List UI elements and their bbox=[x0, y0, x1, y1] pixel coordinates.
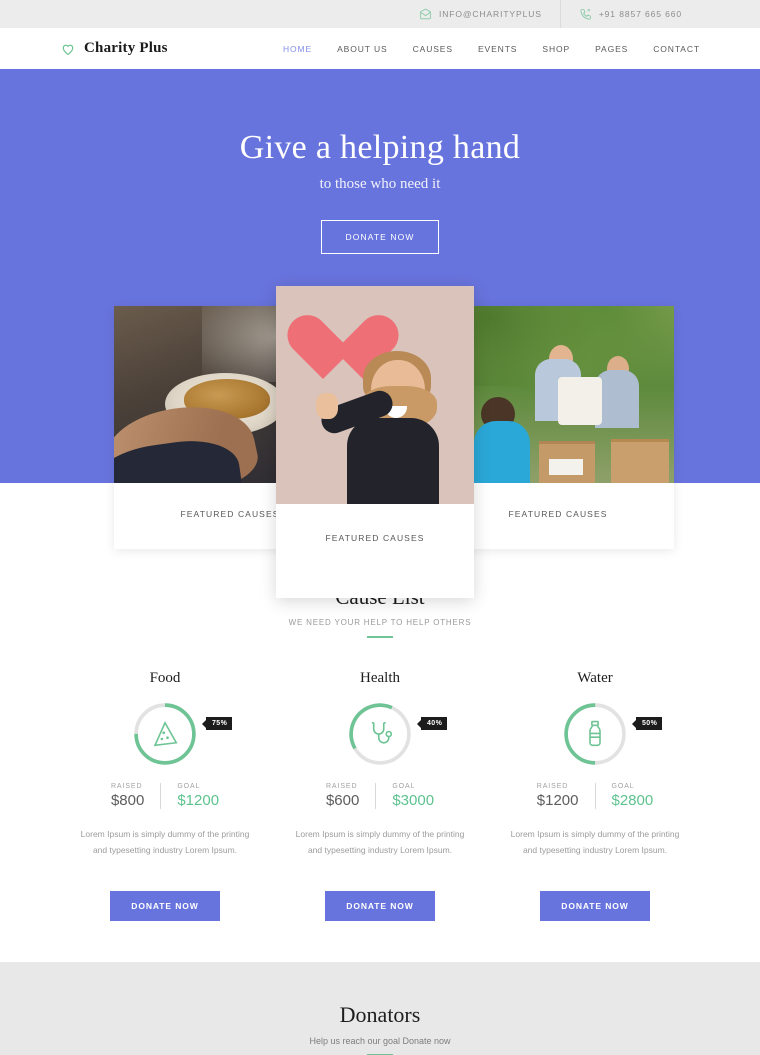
cause-donate-button[interactable]: DONATE NOW bbox=[540, 891, 650, 922]
hero-cta-wrap: DONATE NOW bbox=[0, 220, 760, 254]
girl-with-heart-photo bbox=[276, 286, 474, 504]
cause-list-subtitle: WE NEED YOUR HELP TO HELP OTHERS bbox=[288, 618, 472, 627]
raised-label: RAISED bbox=[536, 783, 569, 790]
cause-raised: RAISED $1200 bbox=[521, 783, 595, 809]
cause-raised: RAISED $800 bbox=[95, 783, 160, 809]
featured-card-center[interactable]: FEATURED CAUSES bbox=[276, 286, 474, 598]
nav-item-shop[interactable]: SHOP bbox=[542, 44, 570, 54]
envelope-icon bbox=[420, 8, 431, 19]
cause-title: Health bbox=[360, 670, 400, 686]
topbar-phone-text: +91 8857 665 660 bbox=[598, 9, 682, 19]
cause-description: Lorem Ipsum is simply dummy of the print… bbox=[510, 829, 680, 855]
cause-amounts: RAISED $800 GOAL $1200 bbox=[58, 783, 273, 809]
volunteers-with-boxes-photo bbox=[442, 306, 674, 483]
heart-icon bbox=[62, 44, 74, 55]
cause-title: Food bbox=[149, 670, 181, 686]
cause-percent-badge: 40% bbox=[421, 717, 448, 730]
goal-value: $3000 bbox=[392, 792, 435, 809]
featured-card-label: FEATURED CAUSES bbox=[325, 533, 425, 543]
cause-cards: Food 75% RAISED $800 GOAL $1200 Lorem Ip… bbox=[0, 670, 760, 922]
nav-item-about-us[interactable]: ABOUT US bbox=[337, 44, 388, 54]
cause-goal: GOAL $1200 bbox=[160, 783, 235, 809]
page-root: INFO@CHARITYPLUS +91 8857 665 660 Charit… bbox=[0, 0, 760, 1055]
topbar-phone[interactable]: +91 8857 665 660 bbox=[559, 0, 700, 28]
featured-card-right[interactable]: FEATURED CAUSES bbox=[442, 306, 674, 549]
cause-description: Lorem Ipsum is simply dummy of the print… bbox=[295, 829, 465, 855]
topbar-email-text: INFO@CHARITYPLUS bbox=[438, 9, 542, 19]
site-header: Charity Plus HOME ABOUT US CAUSES EVENTS… bbox=[0, 28, 760, 69]
phone-icon bbox=[580, 8, 591, 20]
section-divider bbox=[367, 636, 393, 638]
cause-card-water: Water 50% RAISED $1200 GOAL $2800 Lorem … bbox=[488, 670, 703, 922]
cause-description: Lorem Ipsum is simply dummy of the print… bbox=[80, 829, 250, 855]
water-bottle-icon bbox=[589, 720, 601, 747]
raised-value: $1200 bbox=[536, 792, 579, 809]
nav-item-contact[interactable]: CONTACT bbox=[653, 44, 700, 54]
nav-item-events[interactable]: EVENTS bbox=[478, 44, 517, 54]
featured-causes-cards: FEATURED CAUSES FEATURED CAUSES FEATURED… bbox=[0, 286, 760, 598]
donators-subtitle: Help us reach our goal Donate now bbox=[309, 1036, 451, 1046]
cause-goal: GOAL $3000 bbox=[375, 783, 450, 809]
topbar-email[interactable]: INFO@CHARITYPLUS bbox=[401, 0, 560, 28]
cause-amounts: RAISED $600 GOAL $3000 bbox=[273, 783, 488, 809]
nav-item-pages[interactable]: PAGES bbox=[595, 44, 628, 54]
cause-card-health: Health 40% RAISED $600 GOAL $3000 Lorem … bbox=[273, 670, 488, 922]
main-nav: HOME ABOUT US CAUSES EVENTS SHOP PAGES C… bbox=[283, 44, 700, 54]
cause-donate-button[interactable]: DONATE NOW bbox=[325, 891, 435, 922]
cause-percent-badge: 50% bbox=[636, 717, 663, 730]
cause-progress-ring: 40% bbox=[347, 701, 448, 767]
goal-label: GOAL bbox=[177, 783, 201, 790]
stethoscope-icon bbox=[371, 721, 393, 744]
raised-value: $600 bbox=[325, 792, 360, 809]
featured-card-label: FEATURED CAUSES bbox=[508, 509, 608, 519]
donators-section: Donators Help us reach our goal Donate n… bbox=[0, 962, 760, 1055]
pizza-slice-icon bbox=[153, 720, 178, 747]
cause-progress-ring: 50% bbox=[562, 701, 663, 767]
hero-subtitle: to those who need it bbox=[319, 176, 441, 192]
hero-donate-now-button[interactable]: DONATE NOW bbox=[320, 220, 440, 254]
raised-label: RAISED bbox=[325, 783, 358, 790]
donators-title: Donators bbox=[339, 1002, 421, 1027]
cause-card-food: Food 75% RAISED $800 GOAL $1200 Lorem Ip… bbox=[58, 670, 273, 922]
raised-label: RAISED bbox=[110, 783, 143, 790]
brand-name: Charity Plus bbox=[84, 40, 168, 56]
cause-list-section: Cause List WE NEED YOUR HELP TO HELP OTH… bbox=[0, 585, 760, 922]
brand-logo[interactable]: Charity Plus bbox=[60, 40, 168, 57]
cause-percent-badge: 75% bbox=[206, 717, 233, 730]
cause-goal: GOAL $2800 bbox=[594, 783, 670, 809]
nav-item-home[interactable]: HOME bbox=[283, 44, 312, 54]
goal-label: GOAL bbox=[611, 783, 635, 790]
cause-amounts: RAISED $1200 GOAL $2800 bbox=[488, 783, 703, 809]
cause-title: Water bbox=[577, 670, 613, 686]
goal-value: $2800 bbox=[611, 792, 654, 809]
top-contact-bar: INFO@CHARITYPLUS +91 8857 665 660 bbox=[0, 0, 760, 28]
nav-item-causes[interactable]: CAUSES bbox=[413, 44, 453, 54]
cause-raised: RAISED $600 bbox=[310, 783, 375, 809]
cause-progress-ring: 75% bbox=[132, 701, 233, 767]
hero-title: Give a helping hand bbox=[239, 129, 521, 166]
cause-donate-button[interactable]: DONATE NOW bbox=[110, 891, 220, 922]
goal-label: GOAL bbox=[392, 783, 416, 790]
goal-value: $1200 bbox=[177, 792, 220, 809]
raised-value: $800 bbox=[110, 792, 145, 809]
